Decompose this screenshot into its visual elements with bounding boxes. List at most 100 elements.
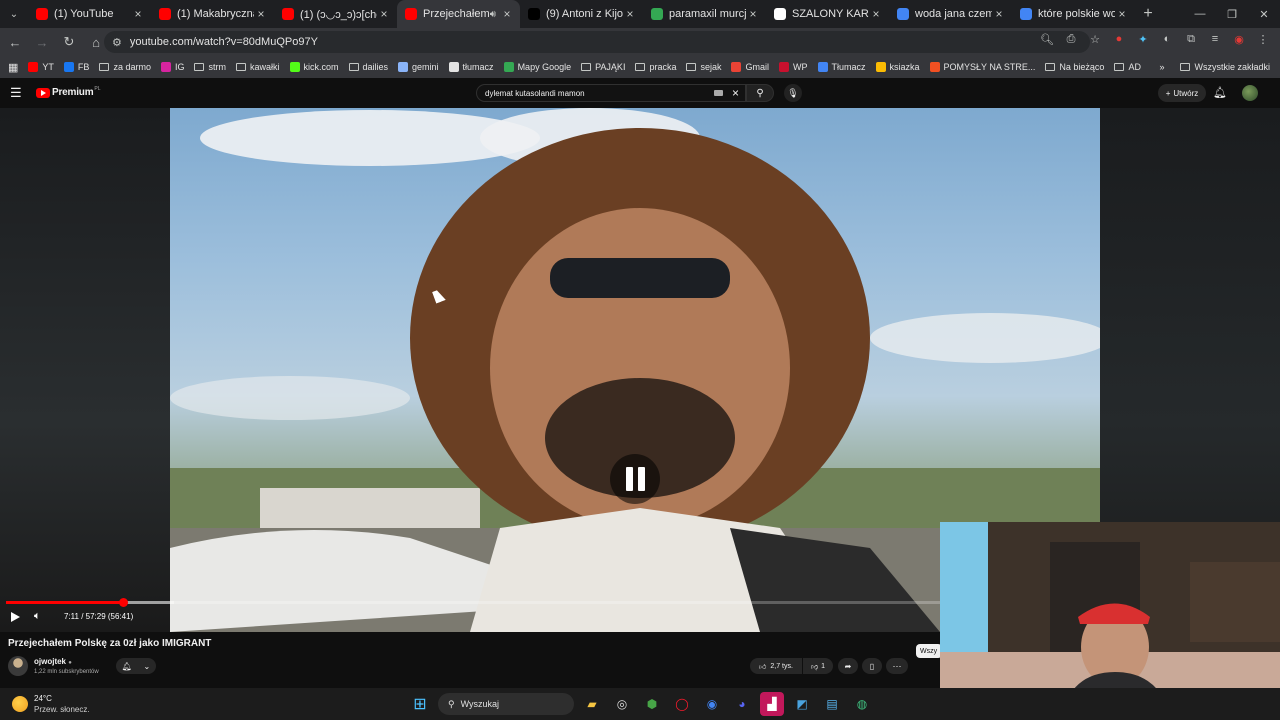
subscribed-button[interactable]: 🔔︎ ⌄ — [116, 658, 156, 674]
dislike-button[interactable]: 👎︎ 1 — [803, 658, 833, 674]
notifications-bell-icon[interactable]: 🔔︎ — [1213, 86, 1227, 99]
pause-button[interactable] — [610, 454, 660, 504]
voice-search-button[interactable]: 🎙︎ — [784, 84, 802, 102]
restore-icon[interactable]: ❐ — [1216, 0, 1248, 28]
hamburger-menu-icon[interactable]: ☰ — [10, 86, 24, 100]
file-explorer-icon[interactable]: ▰ — [580, 692, 604, 716]
browser-tab[interactable]: (1) (ↄ◡ↄ_ↄ)ↄ[chciałb× — [274, 0, 397, 28]
bookmark-item[interactable]: pracka — [635, 62, 676, 72]
bookmark-item[interactable]: Mapy Google — [503, 62, 571, 72]
browser-tab[interactable]: (1) Makabryczna zbro× — [151, 0, 274, 28]
tab-close-icon[interactable]: × — [746, 7, 760, 21]
bookmark-item[interactable]: Na bieżąco — [1045, 62, 1104, 72]
like-button[interactable]: 👍︎ 2,7 tys. — [750, 658, 802, 674]
weather-temperature[interactable]: 24°C — [34, 694, 52, 703]
minimize-icon[interactable]: — — [1184, 0, 1216, 28]
notepad-icon[interactable]: ▤ — [820, 692, 844, 716]
volume-icon[interactable]: 🔈︎ — [34, 610, 41, 623]
new-tab-button[interactable]: + — [1135, 5, 1161, 23]
brave-icon[interactable]: ⬢ — [640, 692, 664, 716]
more-bookmarks-icon[interactable]: » — [1159, 62, 1164, 72]
back-icon[interactable]: ← — [3, 30, 27, 54]
address-bar[interactable]: ⚙ youtube.com/watch?v=80dMuQPo97Y — [104, 31, 1090, 53]
tab-close-icon[interactable]: × — [500, 7, 514, 21]
create-button[interactable]: + Utwórz — [1158, 84, 1206, 102]
weather-description[interactable]: Przew. słonecz. — [34, 705, 90, 714]
browser-tab[interactable]: (1) YouTube × — [28, 0, 151, 28]
tab-close-icon[interactable]: × — [254, 7, 268, 21]
filter-chip[interactable]: Wszy — [916, 644, 942, 658]
channel-avatar[interactable] — [8, 656, 28, 676]
bookmark-item[interactable]: YT — [28, 62, 54, 72]
tab-close-icon[interactable]: × — [1115, 7, 1129, 21]
weather-sun-icon[interactable] — [12, 696, 28, 712]
profile-icon[interactable]: ◉ — [1230, 30, 1248, 48]
search-button[interactable]: ⚲ — [746, 84, 774, 102]
bookmark-item[interactable]: gemini — [398, 62, 439, 72]
site-info-icon[interactable]: ⚙ — [112, 36, 122, 49]
bookmark-item[interactable]: WP — [779, 62, 808, 72]
youtube-logo[interactable]: Premium PL — [36, 86, 101, 98]
progress-bar[interactable] — [6, 598, 940, 607]
browser-tab[interactable]: które polskie wody s× — [1012, 0, 1135, 28]
install-icon[interactable]: ⎙ — [1062, 30, 1080, 48]
extensions-puzzle-icon[interactable]: ⧉ — [1182, 30, 1200, 48]
bookmark-item[interactable]: POMYSŁY NA STRE... — [929, 62, 1035, 72]
browser-tab[interactable]: woda jana czemu jest× — [889, 0, 1012, 28]
account-avatar[interactable] — [1242, 85, 1258, 101]
app-icon[interactable]: ▟ — [760, 692, 784, 716]
channel-name[interactable]: ojwojtek ● — [34, 657, 72, 666]
photo-app-icon[interactable]: ◩ — [790, 692, 814, 716]
search-input[interactable]: dylemat kutasolandi mamon × — [476, 84, 746, 102]
save-button[interactable]: ▯ — [862, 658, 882, 674]
keyboard-icon[interactable] — [714, 90, 723, 96]
record-extension-icon[interactable]: ● — [1110, 30, 1128, 48]
reload-icon[interactable]: ↻ — [57, 30, 81, 54]
zoom-icon[interactable]: 🔍︎ — [1038, 30, 1056, 48]
bookmark-item[interactable]: Gmail — [731, 62, 769, 72]
tab-close-icon[interactable]: × — [131, 7, 145, 21]
forward-icon[interactable]: → — [30, 30, 54, 54]
obs-icon[interactable]: ◎ — [610, 692, 634, 716]
media-control-icon[interactable]: ≡ — [1206, 30, 1224, 48]
tab-audio-icon[interactable]: 🔊︎ — [490, 9, 496, 20]
all-bookmarks-link[interactable]: Wszystkie zakładki — [1194, 62, 1270, 72]
share-button[interactable]: ➦ — [838, 658, 858, 674]
close-window-icon[interactable]: ✕ — [1248, 0, 1280, 28]
bookmark-item[interactable]: za darmo — [99, 62, 151, 72]
browser-tab[interactable]: (9) Antoni z Kijowa w× — [520, 0, 643, 28]
opera-icon[interactable]: ◯ — [670, 692, 694, 716]
extension-icon[interactable]: ✦ — [1134, 30, 1152, 48]
browser-tab[interactable]: Przejechałem Po🔊︎ × — [397, 0, 520, 28]
clear-search-icon[interactable]: × — [732, 86, 739, 100]
play-icon[interactable] — [11, 612, 20, 622]
globe-icon[interactable]: ◍ — [850, 692, 874, 716]
tab-close-icon[interactable]: × — [992, 7, 1006, 21]
bookmark-item[interactable]: kawałki — [235, 62, 280, 72]
bookmark-item[interactable]: sejak — [686, 62, 721, 72]
bookmark-item[interactable]: IG — [160, 62, 184, 72]
bookmark-item[interactable]: PAJĄKI — [581, 62, 625, 72]
bookmark-item[interactable]: strm — [194, 62, 226, 72]
bookmark-item[interactable]: ksiazka — [875, 62, 920, 72]
discord-icon[interactable]: ◕ — [730, 692, 754, 716]
tab-close-icon[interactable]: × — [623, 7, 637, 21]
extension-icon[interactable]: ◐ — [1158, 30, 1176, 48]
tab-close-icon[interactable]: × — [377, 7, 391, 21]
bookmark-star-icon[interactable]: ☆ — [1086, 30, 1104, 48]
windows-start-icon[interactable]: ⊞ — [408, 692, 432, 716]
taskbar-search[interactable]: ⚲ Wyszukaj — [438, 693, 574, 715]
browser-tab[interactable]: paramaxil murcja 80'× — [643, 0, 766, 28]
bookmark-item[interactable]: Tłumacz — [817, 62, 866, 72]
bookmark-item[interactable]: FB — [63, 62, 89, 72]
menu-dots-icon[interactable]: ⋮ — [1254, 30, 1272, 48]
bookmark-item[interactable]: AD — [1114, 62, 1141, 72]
tab-search-icon[interactable]: ⌄ — [0, 0, 28, 28]
tab-close-icon[interactable]: × — [869, 7, 883, 21]
chrome-icon[interactable]: ◉ — [700, 692, 724, 716]
bookmark-item[interactable]: kick.com — [289, 62, 339, 72]
more-actions-button[interactable]: ⋯ — [886, 658, 908, 674]
browser-tab[interactable]: SZALONY KARZEŁ PO× — [766, 0, 889, 28]
bookmark-item[interactable]: tłumacz — [448, 62, 494, 72]
apps-grid-icon[interactable]: ▦ — [8, 61, 18, 74]
